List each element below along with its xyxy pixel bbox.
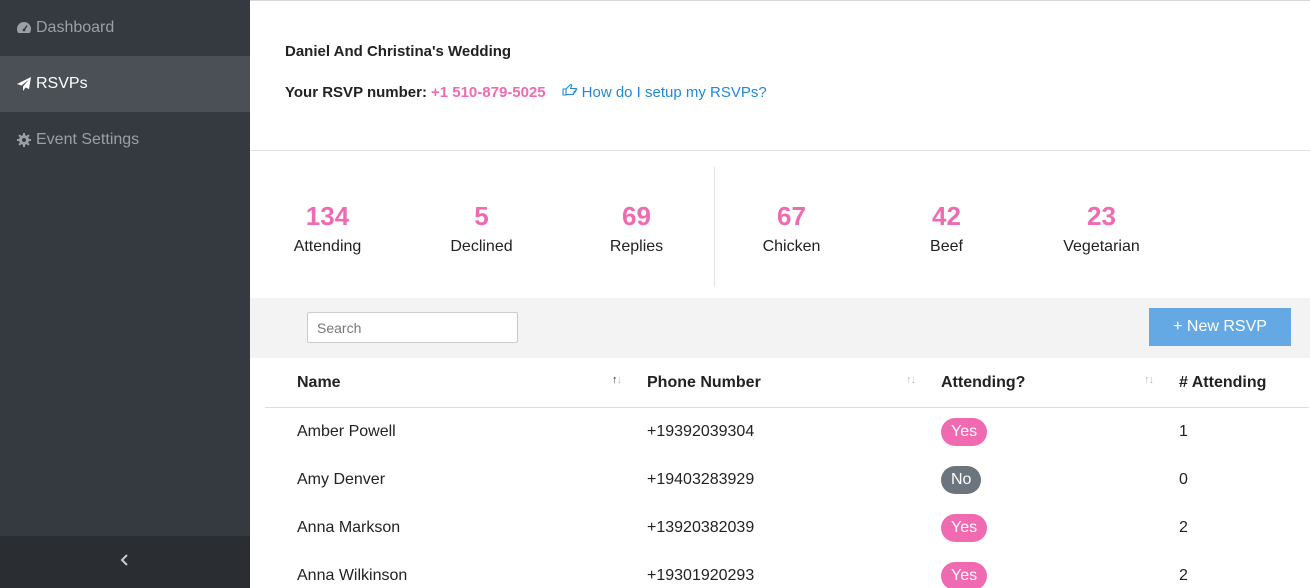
sidebar-item-label: Event Settings: [36, 131, 140, 148]
column-header-phone[interactable]: Phone Number: [647, 358, 761, 408]
cell-count: 0: [1179, 471, 1188, 488]
sidebar-item-rsvps[interactable]: RSVPs: [0, 56, 250, 112]
stat-attending: 134 Attending: [250, 201, 405, 256]
search-input[interactable]: [307, 312, 518, 343]
cell-phone: +19392039304: [647, 423, 755, 440]
table-row[interactable]: Anna Markson +13920382039 Yes 2: [265, 504, 1309, 552]
stat-beef: 42 Beef: [869, 201, 1024, 256]
table-row[interactable]: Anna Wilkinson +19301920293 Yes 2: [265, 552, 1309, 588]
dashboard-icon: [16, 20, 32, 36]
stat-replies: 69 Replies: [559, 201, 714, 256]
new-rsvp-button[interactable]: + New RSVP: [1149, 308, 1291, 346]
cell-attending: Yes: [941, 504, 988, 552]
stat-chicken: 67 Chicken: [714, 201, 869, 256]
table-header: Name ↑↓ Phone Number ↑↓ Attending? ↑↓ # …: [265, 358, 1309, 408]
stat-value: 67: [777, 201, 806, 231]
rsvp-phone-number: +1 510-879-5025: [430, 83, 546, 101]
cell-phone: +19403283929: [647, 471, 755, 488]
sort-icon[interactable]: ↑↓: [1144, 374, 1154, 386]
column-header-count[interactable]: # Attending: [1179, 358, 1266, 408]
cell-attending: Yes: [941, 552, 988, 588]
help-link-text: How do I setup my RSVPs?: [581, 83, 767, 101]
stat-declined: 5 Declined: [404, 201, 559, 256]
sidebar-item-dashboard[interactable]: Dashboard: [0, 0, 250, 56]
cell-count: 2: [1179, 519, 1188, 536]
table-row[interactable]: Amy Denver +19403283929 No 0: [265, 456, 1309, 504]
column-header-name[interactable]: Name: [297, 358, 341, 408]
cell-count: 2: [1179, 567, 1188, 584]
stat-vegetarian: 23 Vegetarian: [1024, 201, 1179, 256]
stat-value: 69: [622, 201, 651, 231]
cell-name: Anna Wilkinson: [297, 567, 408, 584]
sidebar-item-label: Dashboard: [36, 19, 115, 36]
stat-label: Beef: [930, 238, 963, 255]
table-row[interactable]: Amber Powell +19392039304 Yes 1: [265, 408, 1309, 456]
chevron-left-icon: [120, 553, 130, 571]
sort-ascending-icon[interactable]: ↑↓: [612, 374, 622, 386]
cell-attending: No: [941, 456, 982, 504]
rsvp-table: Name ↑↓ Phone Number ↑↓ Attending? ↑↓ # …: [265, 358, 1309, 588]
sidebar-collapse-button[interactable]: [0, 536, 250, 588]
sidebar: Dashboard RSVPs Event Settings: [0, 0, 250, 588]
rsvp-number-line: Your RSVP number: +1 510-879-5025 How do…: [285, 83, 767, 101]
attending-badge: Yes: [941, 562, 988, 588]
cell-name: Anna Markson: [297, 519, 401, 536]
cell-name: Amber Powell: [297, 423, 396, 440]
cell-attending: Yes: [941, 408, 988, 456]
column-header-attending[interactable]: Attending?: [941, 358, 1025, 408]
event-title: Daniel And Christina's Wedding: [285, 43, 512, 60]
stat-label: Declined: [450, 238, 513, 255]
stat-label: Attending: [293, 238, 362, 255]
stats-panel: 134 Attending 5 Declined 69 Replies 67 C…: [250, 151, 1310, 298]
stat-value: 23: [1087, 201, 1116, 231]
stat-value: 134: [305, 201, 350, 231]
rsvp-help-link[interactable]: How do I setup my RSVPs?: [562, 83, 767, 101]
rsvp-number-label: Your RSVP number:: [285, 83, 427, 101]
sidebar-item-event-settings[interactable]: Event Settings: [0, 112, 250, 168]
paper-plane-icon: [16, 76, 32, 92]
stat-value: 5: [474, 201, 489, 231]
stat-label: Vegetarian: [1063, 238, 1140, 255]
stat-label: Chicken: [762, 238, 821, 255]
sort-icon[interactable]: ↑↓: [906, 374, 916, 386]
table-toolbar: + New RSVP: [250, 298, 1310, 358]
attending-badge: Yes: [941, 514, 988, 542]
cell-phone: +13920382039: [647, 519, 755, 536]
stat-value: 42: [932, 201, 961, 231]
main-content: Daniel And Christina's Wedding Your RSVP…: [250, 0, 1310, 588]
cell-phone: +19301920293: [647, 567, 755, 584]
gear-icon: [16, 132, 32, 148]
stat-label: Replies: [609, 238, 664, 255]
attending-badge: No: [941, 466, 982, 494]
attending-badge: Yes: [941, 418, 988, 446]
sidebar-item-label: RSVPs: [36, 75, 88, 92]
cell-count: 1: [1179, 423, 1188, 440]
hand-pointer-icon: [562, 83, 582, 101]
event-header: Daniel And Christina's Wedding Your RSVP…: [250, 1, 1310, 151]
cell-name: Amy Denver: [297, 471, 386, 488]
